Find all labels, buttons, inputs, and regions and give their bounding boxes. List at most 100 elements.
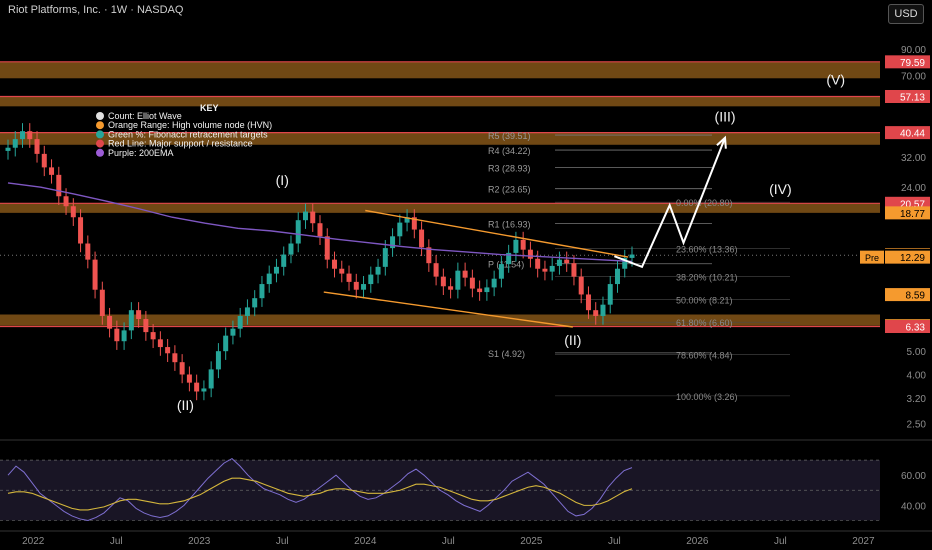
time-axis-label: Jul [276, 536, 289, 547]
candle [70, 206, 76, 218]
price-tag: 8.59 [906, 291, 926, 302]
time-axis-label: Jul [774, 536, 787, 547]
candle [107, 315, 113, 329]
pivot-label: R4 (34.22) [488, 146, 531, 156]
key-dot [96, 130, 104, 139]
symbol-title[interactable]: Riot Platforms, Inc. · 1W · NASDAQ [8, 4, 183, 16]
price-tag: 40.44 [900, 129, 925, 140]
time-axis-label: 2026 [686, 536, 709, 547]
price-tag: 57.13 [900, 92, 925, 103]
candle [455, 270, 461, 290]
price-chart[interactable]: R5 (39.51) R4 (34.22) R3 (28.93) R2 (23.65)… [0, 0, 932, 550]
candle [549, 265, 555, 272]
candle [578, 276, 584, 295]
candle [49, 167, 55, 175]
candle [128, 310, 134, 331]
candle [317, 223, 323, 237]
candle [230, 328, 236, 336]
candle [208, 369, 214, 389]
price-axis-tick: 4.00 [907, 370, 927, 381]
candle [266, 273, 272, 285]
candle [310, 211, 316, 224]
candle [585, 294, 591, 311]
candle [397, 222, 403, 237]
fib-label: 23.60% (13.36) [676, 244, 738, 254]
candle [433, 263, 439, 277]
candle [571, 263, 577, 277]
key-dot [96, 148, 104, 157]
candle [244, 307, 250, 316]
candle [20, 131, 26, 140]
time-axis-label: 2025 [520, 536, 543, 547]
candle [223, 335, 229, 352]
time-axis-label: Jul [442, 536, 455, 547]
candle [324, 236, 330, 260]
price-axis-tick: 3.20 [907, 394, 927, 405]
candle [477, 288, 483, 293]
candle [527, 249, 533, 259]
price-axis-tick: 32.00 [901, 153, 926, 164]
candle [186, 374, 192, 383]
candle [143, 319, 149, 333]
key-dot [96, 139, 104, 148]
pre-tag-label: Pre [865, 253, 879, 263]
wave-label: (II) [564, 332, 581, 348]
candle [194, 382, 200, 392]
candle [237, 315, 243, 329]
wave-label: (I) [276, 172, 289, 188]
candle [114, 328, 120, 342]
price-axis-tick: 2.50 [907, 420, 927, 431]
fib-label: 78.60% (4.84) [676, 351, 733, 361]
candle [600, 304, 606, 316]
rsi-axis-tick: 60.00 [901, 471, 926, 482]
candle [302, 211, 308, 221]
price-axis-tick: 24.00 [901, 183, 926, 194]
candle [607, 284, 613, 305]
wave-label: (II) [177, 397, 194, 413]
currency-button[interactable]: USD [888, 4, 924, 24]
price-tag: 18.77 [900, 209, 925, 220]
wave-label: (IV) [769, 181, 792, 197]
wave-label: (V) [826, 72, 845, 88]
candle [215, 351, 221, 370]
candle [491, 278, 497, 288]
pivot-label: R5 (39.51) [488, 131, 531, 141]
candle [332, 259, 338, 269]
candle [85, 243, 91, 260]
candle [556, 259, 562, 266]
candle [375, 266, 381, 275]
price-tag: 79.59 [900, 58, 925, 69]
candle [281, 254, 287, 267]
time-axis-label: 2024 [354, 536, 377, 547]
fib-label: 38.20% (10.21) [676, 273, 738, 283]
hvn-zone [0, 203, 880, 213]
pivot-label: R2 (23.65) [488, 185, 531, 195]
candle [165, 347, 171, 354]
candle [252, 298, 258, 308]
pivot-label: R3 (28.93) [488, 164, 531, 174]
candle [361, 284, 367, 290]
price-axis-tick: 70.00 [901, 71, 926, 82]
candle [629, 254, 635, 258]
candle [295, 220, 301, 244]
candle [56, 174, 62, 197]
pivot-label: R1 (16.93) [488, 220, 531, 230]
candle [157, 339, 163, 348]
candle [498, 264, 504, 279]
candle [179, 362, 185, 375]
key-title: KEY [200, 103, 219, 113]
hvn-zone [0, 61, 880, 79]
time-axis-label: 2023 [188, 536, 211, 547]
price-axis-tick: 5.00 [907, 347, 927, 358]
candle [12, 139, 18, 148]
time-axis-label: 2027 [852, 536, 875, 547]
candle [150, 332, 156, 340]
candle [353, 281, 359, 290]
time-axis-label: Jul [608, 536, 621, 547]
candle [288, 243, 294, 255]
price-tag: 12.29 [900, 253, 925, 264]
hvn-zone [0, 96, 880, 107]
candle [172, 353, 178, 363]
key-item-label: Purple: 200EMA [108, 148, 174, 158]
candle [419, 229, 425, 248]
